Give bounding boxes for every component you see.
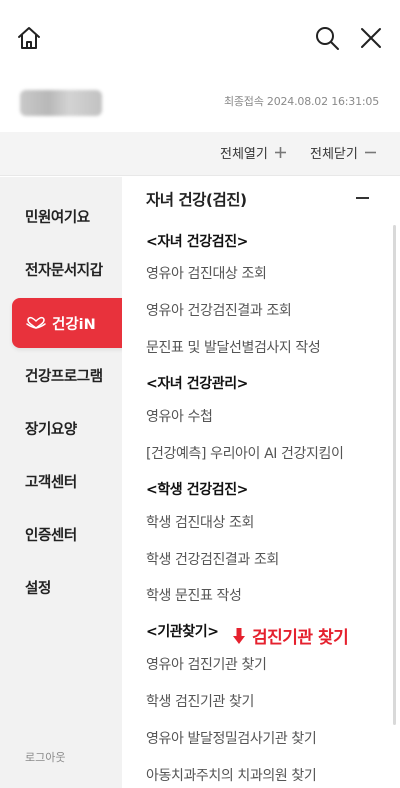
sidebar-item-long-term-care[interactable]: 장기요양: [0, 408, 122, 448]
scrollbar[interactable]: [393, 225, 396, 725]
sidebar-item-settings[interactable]: 설정: [0, 567, 122, 607]
menu-content: 자녀 건강(검진) <자녀 건강검진> 영유아 검진대상 조회 영유아 건강검진…: [122, 177, 400, 788]
sidebar-item-civil-service[interactable]: 민원여기요: [0, 196, 122, 236]
menu-link[interactable]: 영유아 검진대상 조회: [146, 263, 267, 283]
annotation-text: 검진기관 찾기: [252, 628, 349, 648]
sidebar-item-label: 건강iN: [52, 316, 96, 333]
group-title: <자녀 건강관리>: [146, 376, 249, 392]
menu-link[interactable]: 영유아 수첩: [146, 406, 213, 426]
menu-link[interactable]: 영유아 검진기관 찾기: [146, 654, 267, 674]
last-login-time: 최종접속 2024.08.02 16:31:05: [223, 95, 379, 108]
home-button[interactable]: [13, 22, 45, 54]
menu-link[interactable]: 문진표 및 발달선별검사지 작성: [146, 337, 321, 357]
blurred-username: [20, 90, 102, 116]
menu-link[interactable]: 학생 검진기관 찾기: [146, 691, 254, 711]
sidebar-item-customer-center[interactable]: 고객센터: [0, 461, 122, 501]
close-icon: [361, 28, 381, 48]
sidebar-item-label: 장기요양: [25, 421, 77, 438]
plus-icon: [274, 147, 286, 158]
top-bar: [0, 0, 400, 80]
sidebar-item-e-document-wallet[interactable]: 전자문서지갑: [0, 249, 122, 289]
group-title: <자녀 건강검진>: [146, 234, 249, 250]
expand-all-button[interactable]: 전체열기: [220, 143, 287, 162]
search-icon: [316, 27, 339, 50]
minus-icon: [356, 197, 369, 199]
heart-hands-icon: [26, 316, 46, 329]
collapse-all-label: 전체닫기: [310, 147, 358, 162]
group-title: <기관찾기>: [146, 624, 219, 640]
sidebar-item-label: 건강프로그램: [25, 368, 103, 385]
menu-link[interactable]: 아동치과주치의 치과의원 찾기: [146, 765, 317, 785]
minus-icon: [364, 151, 376, 154]
expand-collapse-bar: 전체열기 전체닫기: [0, 132, 400, 176]
sidebar-item-health-in[interactable]: 건강iN: [12, 298, 138, 348]
sidebar-item-label: 전자문서지갑: [25, 262, 103, 279]
sidebar-item-label: 고객센터: [25, 474, 77, 491]
menu-link[interactable]: 영유아 건강검진결과 조회: [146, 300, 292, 320]
home-icon: [18, 27, 40, 49]
menu-link[interactable]: 학생 검진대상 조회: [146, 512, 254, 532]
section-title: 자녀 건강(검진): [146, 191, 247, 209]
section-collapse-button[interactable]: [356, 188, 370, 208]
group-title: <학생 건강검진>: [146, 482, 249, 498]
expand-all-label: 전체열기: [220, 147, 268, 162]
sidebar-item-auth-center[interactable]: 인증센터: [0, 514, 122, 554]
sidebar-item-label: 설정: [25, 580, 51, 597]
search-button[interactable]: [311, 22, 343, 54]
sidebar-item-label: 인증센터: [25, 527, 77, 544]
menu-link[interactable]: [건강예측] 우리아이 AI 건강지킴이: [146, 443, 344, 463]
sidebar: 민원여기요 전자문서지갑 건강iN 건강프로그램 장기요양 고객센터 인증센터 …: [0, 177, 138, 788]
menu-link[interactable]: 영유아 발달정밀검사기관 찾기: [146, 728, 317, 748]
user-info-row: 최종접속 2024.08.02 16:31:05: [0, 80, 400, 132]
sidebar-item-health-program[interactable]: 건강프로그램: [0, 355, 122, 395]
collapse-all-button[interactable]: 전체닫기: [310, 143, 377, 162]
sidebar-item-label: 민원여기요: [25, 209, 90, 226]
menu-link[interactable]: 학생 문진표 작성: [146, 585, 242, 605]
arrow-down-icon: [233, 627, 245, 644]
logout-link[interactable]: 로그아웃: [25, 749, 65, 765]
annotation-callout: 검진기관 찾기: [232, 623, 349, 648]
close-button[interactable]: [355, 22, 387, 54]
menu-link[interactable]: 학생 건강검진결과 조회: [146, 549, 279, 569]
